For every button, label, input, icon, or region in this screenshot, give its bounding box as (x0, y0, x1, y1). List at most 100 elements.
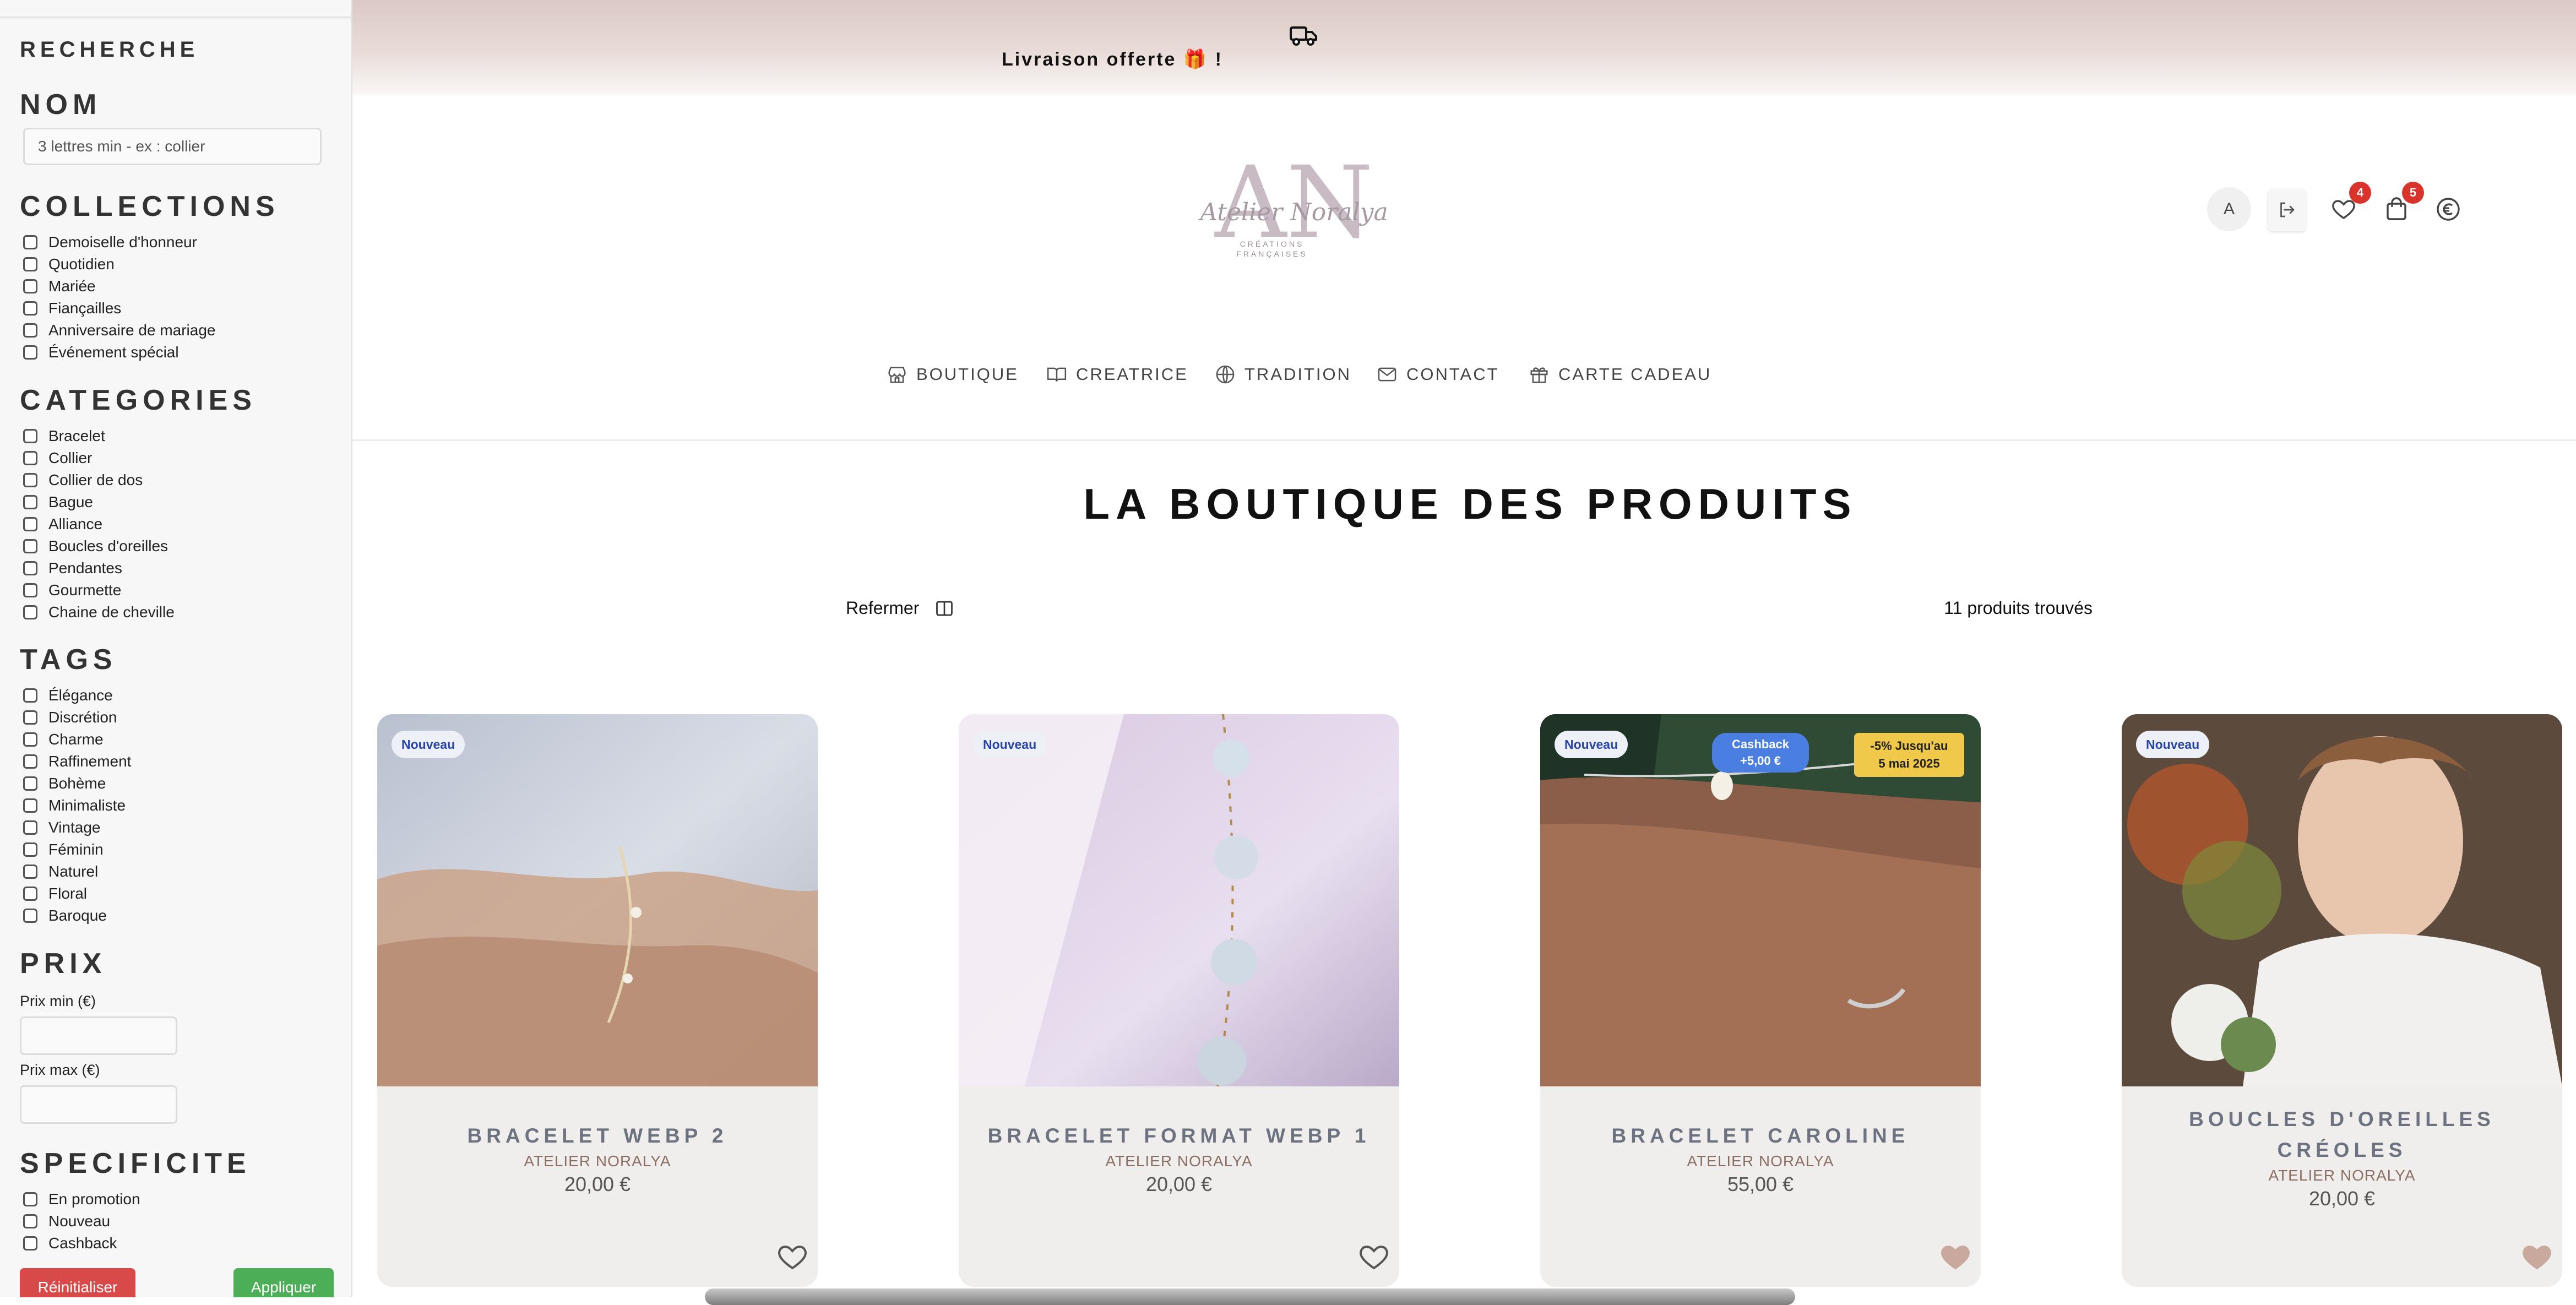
product-card[interactable]: Nouveau Cashback +5,00 € -5% Jusqu'au 5 … (1540, 714, 1981, 1287)
wishlist-heart-filled-icon[interactable] (1939, 1241, 1972, 1274)
checkbox[interactable] (23, 257, 37, 271)
tag-checkbox-item[interactable]: Raffinement (23, 751, 131, 773)
product-card[interactable]: Nouveau BRACELET FORMAT WEBP 1 ATELIER N… (959, 714, 1399, 1287)
product-name[interactable]: BRACELET FORMAT WEBP 1 (959, 1121, 1399, 1151)
checkbox[interactable] (23, 1192, 37, 1206)
product-price: 20,00 € (1145, 1173, 1213, 1195)
product-brand: ATELIER NORALYA (1687, 1152, 1834, 1170)
checkbox[interactable] (23, 495, 37, 509)
nav-label: BOUTIQUE (916, 365, 1019, 384)
category-checkbox-item[interactable]: Collier (23, 447, 175, 469)
price-max-label: Prix max (€) (20, 1062, 100, 1078)
checkbox[interactable] (23, 710, 37, 725)
category-checkbox-item[interactable]: Gourmette (23, 579, 175, 601)
currency-button[interactable] (2432, 193, 2465, 226)
collection-checkbox-item[interactable]: Demoiselle d'honneur (23, 231, 216, 253)
product-name[interactable]: BRACELET CAROLINE (1540, 1121, 1981, 1151)
category-checkbox-item[interactable]: Alliance (23, 513, 175, 535)
tag-checkbox-item[interactable]: Floral (23, 883, 131, 905)
tags-list: Élégance Discrétion Charme Raffinement B… (23, 684, 131, 927)
price-max-input[interactable] (20, 1085, 177, 1124)
product-name[interactable]: BRACELET WEBP 2 (377, 1121, 818, 1151)
checkbox[interactable] (23, 301, 37, 316)
specificity-checkbox-item[interactable]: En promotion (23, 1188, 140, 1210)
checkbox[interactable] (23, 323, 37, 338)
new-badge: Nouveau (392, 731, 465, 758)
checkbox[interactable] (23, 583, 37, 597)
product-image[interactable] (959, 714, 1399, 1086)
wishlist-heart-icon[interactable] (776, 1241, 809, 1274)
tag-checkbox-item[interactable]: Naturel (23, 861, 131, 883)
tag-checkbox-item[interactable]: Élégance (23, 684, 131, 706)
checkbox[interactable] (23, 561, 37, 575)
checkbox[interactable] (23, 235, 37, 249)
filter-sidebar: RECHERCHE NOM COLLECTIONS Demoiselle d'h… (0, 0, 352, 1297)
tag-checkbox-item[interactable]: Vintage (23, 817, 131, 839)
collection-checkbox-item[interactable]: Mariée (23, 275, 216, 297)
checkbox[interactable] (23, 605, 37, 619)
specificity-checkbox-item[interactable]: Nouveau (23, 1210, 140, 1232)
checkbox[interactable] (23, 517, 37, 531)
checkbox[interactable] (23, 539, 37, 553)
nav-item-boutique[interactable]: BOUTIQUE (887, 363, 1019, 385)
tag-checkbox-item[interactable]: Charme (23, 728, 131, 751)
checkbox[interactable] (23, 1236, 37, 1250)
reset-button[interactable]: Réinitialiser (20, 1268, 135, 1297)
checkbox[interactable] (23, 754, 37, 769)
nav-item-creatrice[interactable]: CREATRICE (1046, 363, 1188, 385)
checkbox[interactable] (23, 345, 37, 360)
apply-button[interactable]: Appliquer (233, 1268, 334, 1297)
product-price: 55,00 € (1727, 1173, 1794, 1195)
checkbox[interactable] (23, 864, 37, 879)
price-min-input[interactable] (20, 1016, 177, 1055)
sidebar-toggle[interactable]: Refermer (846, 598, 954, 618)
category-checkbox-item[interactable]: Boucles d'oreilles (23, 535, 175, 557)
logout-button[interactable] (2268, 188, 2306, 231)
checkbox[interactable] (23, 820, 37, 835)
account-avatar[interactable]: A (2207, 187, 2251, 231)
nav-item-gift-card[interactable]: CARTE CADEAU (1529, 363, 1711, 385)
collection-checkbox-item[interactable]: Événement spécial (23, 341, 216, 363)
checkbox[interactable] (23, 887, 37, 901)
name-search-input[interactable] (23, 128, 322, 165)
checkbox[interactable] (23, 798, 37, 813)
collection-checkbox-item[interactable]: Fiançailles (23, 297, 216, 319)
checkbox[interactable] (23, 842, 37, 857)
tag-checkbox-item[interactable]: Minimaliste (23, 795, 131, 817)
category-checkbox-item[interactable]: Chaine de cheville (23, 601, 175, 623)
checkbox[interactable] (23, 688, 37, 703)
logo-script: Atelier Noralya (1198, 198, 1388, 226)
tag-checkbox-item[interactable]: Baroque (23, 905, 131, 927)
collection-checkbox-item[interactable]: Anniversaire de mariage (23, 319, 216, 341)
checkbox[interactable] (23, 473, 37, 487)
nav-item-tradition[interactable]: TRADITION (1215, 363, 1351, 385)
product-image[interactable] (377, 714, 818, 1086)
checkbox[interactable] (23, 776, 37, 791)
categories-list: Bracelet Collier Collier de dos Bague Al… (23, 425, 175, 623)
checkbox[interactable] (23, 909, 37, 923)
checkbox[interactable] (23, 451, 37, 465)
category-checkbox-item[interactable]: Collier de dos (23, 469, 175, 491)
product-card[interactable]: Nouveau BOUCLES D'OREILLES CRÉOLES ATELI… (2122, 714, 2562, 1287)
product-name-line1[interactable]: BOUCLES D'OREILLES (2122, 1104, 2562, 1135)
tag-checkbox-item[interactable]: Féminin (23, 839, 131, 861)
product-card[interactable]: Nouveau BRACELET WEBP 2 ATELIER NORALYA … (377, 714, 818, 1287)
category-checkbox-item[interactable]: Pendantes (23, 557, 175, 579)
checkbox[interactable] (23, 732, 37, 747)
checkbox[interactable] (23, 1214, 37, 1228)
wishlist-heart-filled-icon[interactable] (2520, 1241, 2553, 1274)
checkbox[interactable] (23, 429, 37, 443)
tag-checkbox-item[interactable]: Discrétion (23, 706, 131, 728)
cashback-badge: Cashback +5,00 € (1712, 733, 1809, 773)
wishlist-heart-icon[interactable] (1357, 1241, 1390, 1274)
specificity-checkbox-item[interactable]: Cashback (23, 1232, 140, 1254)
product-name-line2[interactable]: CRÉOLES (2122, 1135, 2562, 1166)
category-checkbox-item[interactable]: Bague (23, 491, 175, 513)
category-checkbox-item[interactable]: Bracelet (23, 425, 175, 447)
nav-item-contact[interactable]: CONTACT (1377, 363, 1499, 385)
checkbox[interactable] (23, 279, 37, 293)
product-image[interactable] (2122, 714, 2562, 1086)
tag-checkbox-item[interactable]: Bohème (23, 773, 131, 795)
collection-checkbox-item[interactable]: Quotidien (23, 253, 216, 275)
brand-logo[interactable]: AN Atelier Noralya CRÉATIONS FRANÇAISES (1189, 154, 1399, 264)
